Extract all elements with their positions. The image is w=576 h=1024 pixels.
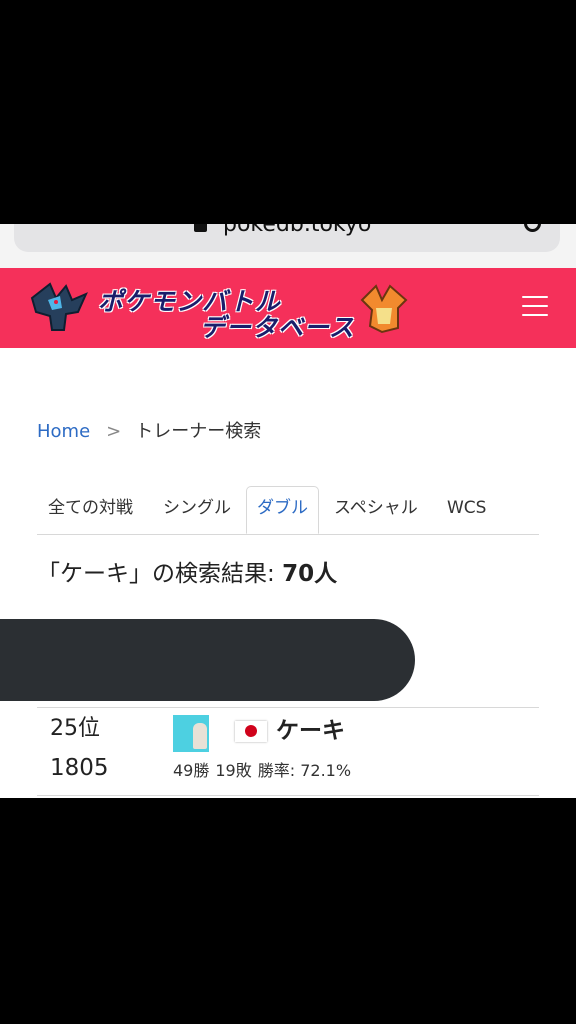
hamburger-menu-icon[interactable] <box>522 296 548 318</box>
result-count: 70人 <box>282 561 338 587</box>
browser-address-bar: pokedb.tokyo <box>0 224 576 268</box>
site-header: ポケモンバトル データベース <box>0 268 576 348</box>
trainer-rating: 1805 <box>50 755 109 781</box>
logo-title-line2: データベース <box>200 313 355 342</box>
trainer-record: 49勝 19敗 勝率: 72.1% <box>173 761 357 781</box>
letterbox-top <box>0 0 576 224</box>
tab-wcs[interactable]: WCS <box>447 496 486 520</box>
tab-single[interactable]: シングル <box>163 496 231 520</box>
lock-icon <box>194 224 207 232</box>
battle-type-tabs: 全ての対戦 シングル ダブル スペシャル WCS <box>37 486 539 535</box>
tab-all-battles[interactable]: 全ての対戦 <box>48 496 133 520</box>
letterbox-bottom <box>0 798 576 1024</box>
redaction-overlay <box>0 619 415 701</box>
breadcrumb-separator: > <box>106 421 122 442</box>
row-divider <box>37 707 539 708</box>
app-screen: pokedb.tokyo ポケモンバトル データベース Home > トレーナー検索… <box>0 224 576 798</box>
url-text[interactable]: pokedb.tokyo <box>223 224 371 238</box>
trainer-win-rate: 勝率: 72.1% <box>257 761 352 780</box>
trainer-avatar[interactable] <box>173 715 209 752</box>
result-title-prefix: 「ケーキ」の検索結果: <box>37 561 283 587</box>
tab-special[interactable]: スペシャル <box>334 496 418 520</box>
charizard-x-icon <box>30 282 88 331</box>
breadcrumb-current: トレーナー検索 <box>135 421 262 442</box>
trainer-losses: 19敗 <box>215 761 252 780</box>
charizard-y-icon <box>360 284 408 334</box>
japan-flag-icon <box>235 721 267 742</box>
breadcrumb: Home > トレーナー検索 <box>37 421 261 443</box>
trainer-rank: 25位 <box>50 716 100 741</box>
row-divider <box>37 795 539 796</box>
search-result-heading: 「ケーキ」の検索結果: 70人 <box>37 560 337 588</box>
trainer-wins: 49勝 <box>173 761 210 780</box>
breadcrumb-home-link[interactable]: Home <box>37 421 90 442</box>
trainer-name-link[interactable]: ケーキ <box>276 717 345 745</box>
tab-double[interactable]: ダブル <box>246 486 319 534</box>
site-logo[interactable]: ポケモンバトル データベース <box>26 278 416 342</box>
